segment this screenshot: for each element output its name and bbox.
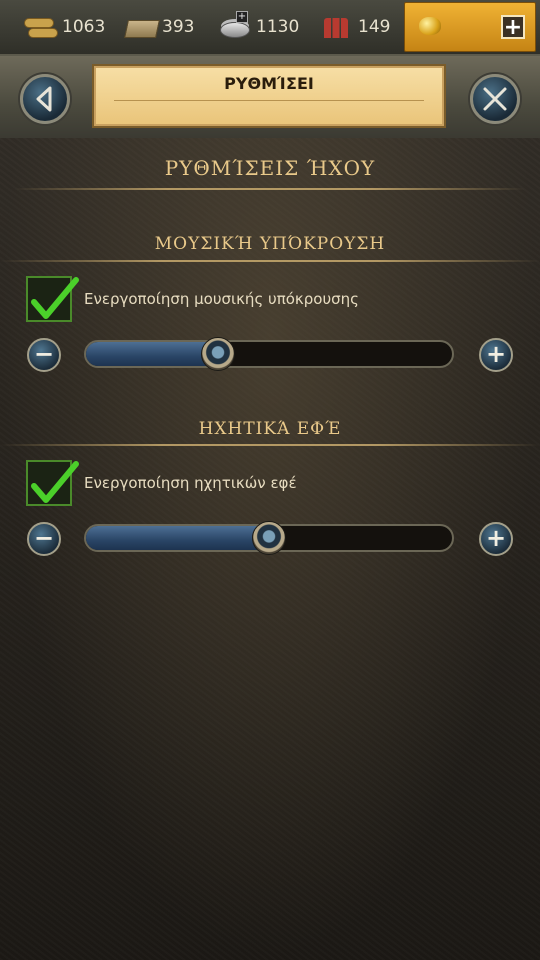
stone-icon bbox=[122, 14, 158, 40]
checkmark-icon bbox=[31, 277, 79, 319]
music-volume-up-button[interactable]: + bbox=[479, 338, 513, 372]
effects-volume-knob[interactable] bbox=[252, 521, 286, 555]
plus-icon: + bbox=[501, 15, 525, 39]
silver-resource: + 1130 bbox=[216, 10, 299, 44]
troops-resource: 149 bbox=[318, 10, 390, 44]
effects-checkbox[interactable] bbox=[26, 460, 79, 506]
resource-bar: 1063 393 + 1130 149 + bbox=[0, 0, 540, 56]
music-volume-down-button[interactable]: − bbox=[27, 338, 61, 372]
effects-volume-slider[interactable] bbox=[84, 521, 454, 555]
effects-volume-up-button[interactable]: + bbox=[479, 522, 513, 556]
troops-icon bbox=[318, 14, 354, 40]
sound-settings-heading: ΡΥΘΜΊΣΕΙΣ ΉΧΟΥ bbox=[164, 156, 376, 180]
music-volume-knob[interactable] bbox=[200, 337, 235, 371]
close-x-icon bbox=[483, 87, 507, 111]
silver-count: 1130 bbox=[256, 17, 300, 37]
buy-gold-button[interactable]: + bbox=[404, 2, 536, 52]
effects-heading: ΗΧΗΤΙΚΆ ΕΦΈ bbox=[198, 419, 342, 439]
music-checkbox[interactable] bbox=[26, 276, 79, 322]
minus-icon: − bbox=[33, 524, 55, 552]
effects-volume-down-button[interactable]: − bbox=[27, 522, 61, 556]
silver-icon: + bbox=[216, 11, 252, 40]
title-divider bbox=[114, 100, 424, 101]
music-volume-fill bbox=[86, 342, 218, 366]
troops-count: 149 bbox=[358, 17, 391, 37]
gold-nugget-icon bbox=[419, 17, 441, 35]
effects-checkbox-label: Ενεργοποίηση ηχητικών εφέ bbox=[84, 474, 297, 492]
plus-icon: + bbox=[485, 340, 507, 368]
wood-count: 1063 bbox=[62, 17, 106, 37]
stone-count: 393 bbox=[162, 17, 195, 37]
close-button[interactable] bbox=[470, 74, 520, 124]
effects-divider bbox=[0, 444, 540, 446]
music-checkbox-label: Ενεργοποίηση μουσικής υπόκρουσης bbox=[84, 290, 359, 308]
header: ΡΥΘΜΊΣΕΙ bbox=[0, 56, 540, 138]
music-divider bbox=[0, 260, 540, 262]
plus-icon: + bbox=[485, 524, 507, 552]
stone-resource: 393 bbox=[122, 10, 194, 44]
page-title: ΡΥΘΜΊΣΕΙ bbox=[224, 74, 314, 93]
music-volume-slider[interactable] bbox=[84, 337, 454, 371]
wood-resource: 1063 bbox=[22, 10, 105, 44]
music-heading: ΜΟΥΣΙΚΉ ΥΠΌΚΡΟΥΣΗ bbox=[154, 234, 386, 254]
heading-divider bbox=[14, 188, 526, 190]
checkmark-icon bbox=[31, 461, 79, 503]
wood-icon bbox=[22, 14, 58, 40]
back-arrow-icon bbox=[36, 86, 52, 112]
minus-icon: − bbox=[33, 340, 55, 368]
effects-volume-fill bbox=[86, 526, 269, 550]
title-plate: ΡΥΘΜΊΣΕΙ bbox=[92, 64, 446, 128]
back-button[interactable] bbox=[20, 74, 70, 124]
